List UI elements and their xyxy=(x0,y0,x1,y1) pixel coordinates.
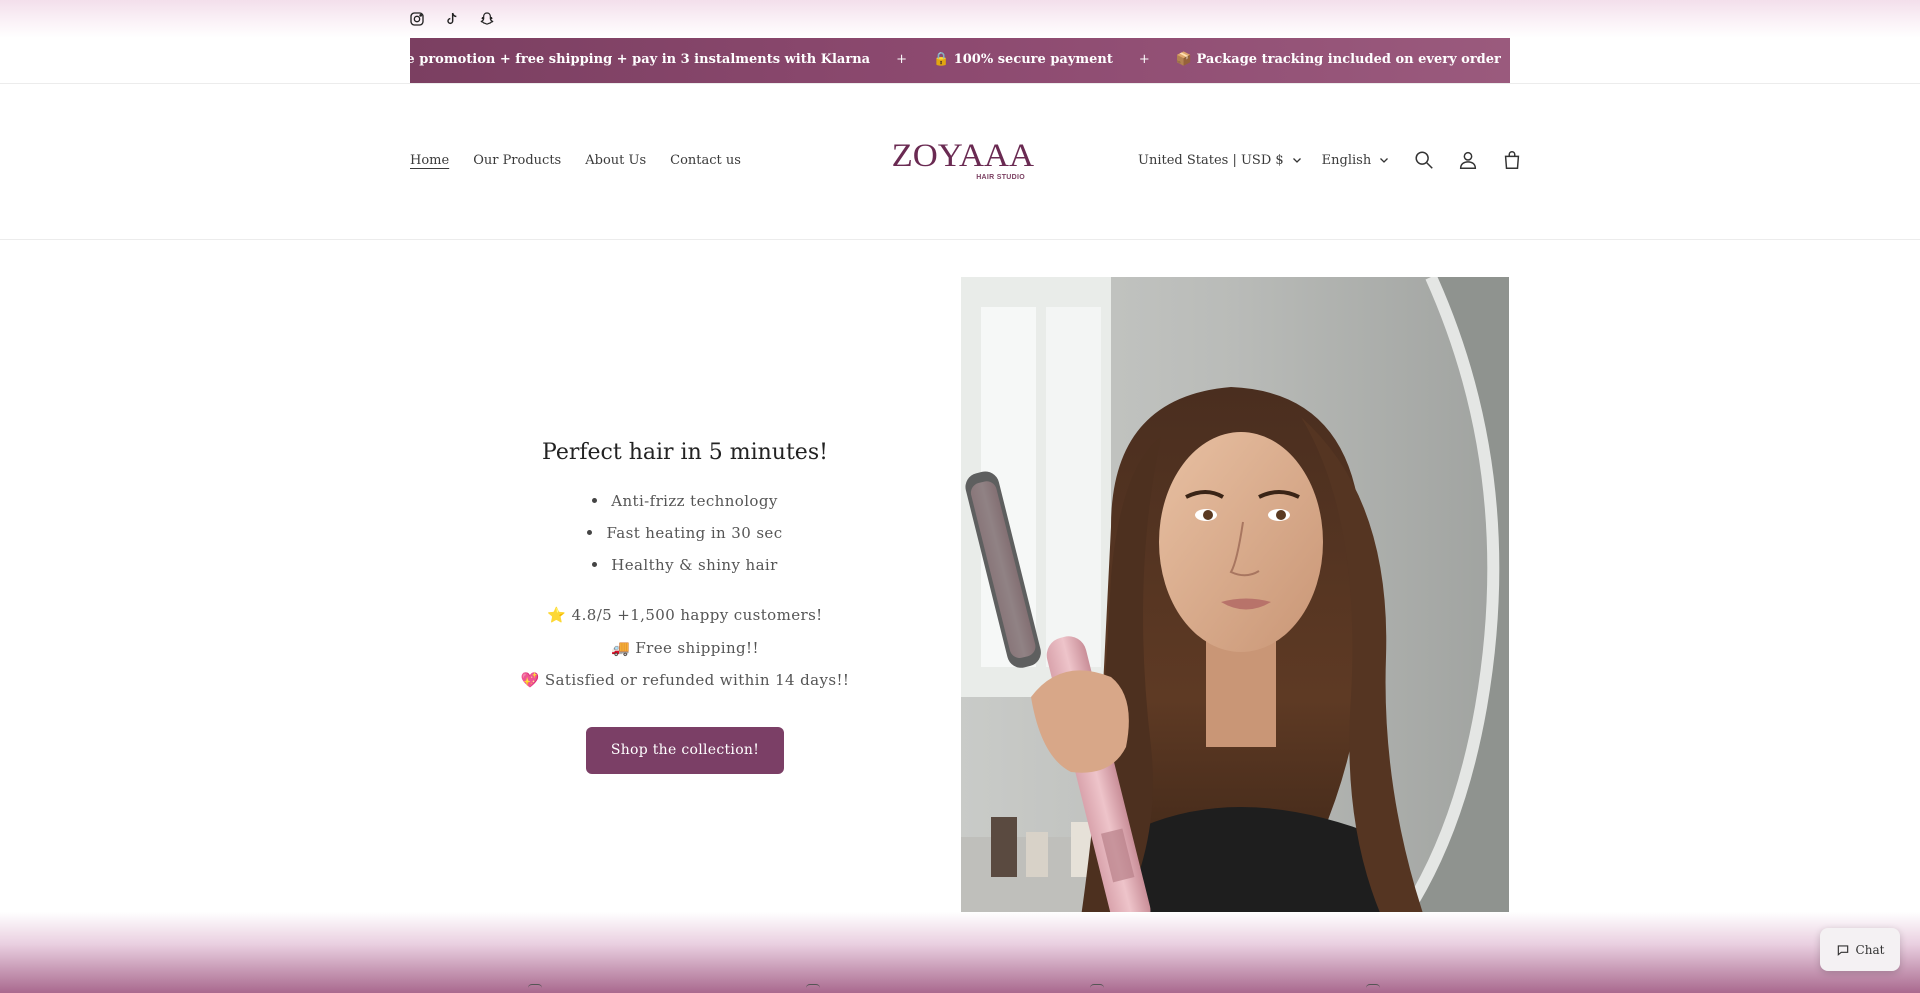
list-item: Healthy & shiny hair xyxy=(470,549,900,581)
announcement-separator: + xyxy=(896,52,907,67)
list-item: Fast heating in 30 sec xyxy=(470,517,900,549)
nav-contact-us[interactable]: Contact us xyxy=(670,153,741,168)
social-icons xyxy=(408,10,496,28)
perk-shipping: 🚚 Free shipping!! xyxy=(611,638,759,657)
hero-feature-list: Anti-frizz technology Fast heating in 30… xyxy=(470,485,900,581)
list-item: Anti-frizz technology xyxy=(470,485,900,517)
truck-icon xyxy=(528,984,542,993)
logo-subtitle: HAIR STUDIO xyxy=(976,174,1025,181)
hero-perks: ⭐ 4.8/5 +1,500 happy customers! 🚚 Free s… xyxy=(470,599,900,697)
chevron-down-icon xyxy=(1380,158,1389,163)
country-selector[interactable]: United States | USD $ xyxy=(1138,153,1302,168)
star-icon xyxy=(1366,984,1380,993)
bullet-icon xyxy=(592,561,598,567)
bullet-icon xyxy=(592,497,598,503)
tiktok-icon[interactable] xyxy=(443,10,461,28)
hero-image xyxy=(961,277,1509,970)
snapchat-icon[interactable] xyxy=(478,10,496,28)
nav-about-us[interactable]: About Us xyxy=(585,153,646,168)
main-nav: Home Our Products About Us Contact us xyxy=(410,153,741,168)
chat-label: Chat xyxy=(1855,942,1885,957)
nav-our-products[interactable]: Our Products xyxy=(473,153,561,168)
account-icon[interactable] xyxy=(1455,147,1481,173)
announcement-separator: + xyxy=(1138,52,1150,67)
perk-refund: 💖 Satisfied or refunded within 14 days!! xyxy=(520,671,850,689)
feature-label: Fast heating in 30 sec xyxy=(606,524,783,542)
announcement-track: itewide promotion + free shipping + pay … xyxy=(410,52,1510,67)
language-selector-label: English xyxy=(1321,152,1372,168)
feature-label: Anti-frizz technology xyxy=(611,492,778,510)
band-icons xyxy=(0,984,1920,993)
announcement-message: 🔒 100% secure payment xyxy=(933,52,1113,67)
site-logo[interactable]: ZOYAAA HAIR STUDIO xyxy=(891,138,1035,182)
instagram-icon[interactable] xyxy=(408,10,426,28)
hero-photo-illustration xyxy=(961,277,1509,970)
perk-rating: ⭐ 4.8/5 +1,500 happy customers! xyxy=(547,606,823,624)
logo-wordmark: ZOYAAA xyxy=(891,138,1035,174)
header-actions: United States | USD $ English xyxy=(1138,147,1525,173)
announcement-message: 📦 Package tracking included on every ord… xyxy=(1175,52,1501,67)
language-selector[interactable]: English xyxy=(1322,153,1390,168)
chevron-down-icon xyxy=(1292,158,1301,163)
hero-text: Perfect hair in 5 minutes! Anti-frizz te… xyxy=(470,440,900,774)
support-icon xyxy=(1090,984,1104,993)
chat-icon xyxy=(1837,944,1848,956)
bullet-icon xyxy=(587,529,593,535)
hero-title: Perfect hair in 5 minutes! xyxy=(542,440,828,465)
shop-collection-button[interactable]: Shop the collection! xyxy=(586,726,784,774)
nav-home[interactable]: Home xyxy=(410,153,449,168)
bottom-feature-band xyxy=(0,912,1920,993)
announcement-bar-wrapper: itewide promotion + free shipping + pay … xyxy=(0,38,1920,84)
announcement-message: itewide promotion + free shipping + pay … xyxy=(410,52,871,67)
cart-icon[interactable] xyxy=(1499,147,1525,173)
tag-icon xyxy=(806,984,820,993)
feature-label: Healthy & shiny hair xyxy=(611,556,778,574)
social-bar xyxy=(0,0,1920,38)
chat-button[interactable]: Chat xyxy=(1820,928,1900,971)
announcement-bar: itewide promotion + free shipping + pay … xyxy=(410,38,1510,83)
country-selector-label: United States | USD $ xyxy=(1138,152,1284,168)
search-icon[interactable] xyxy=(1411,147,1437,173)
site-header: Home Our Products About Us Contact us ZO… xyxy=(0,85,1920,240)
